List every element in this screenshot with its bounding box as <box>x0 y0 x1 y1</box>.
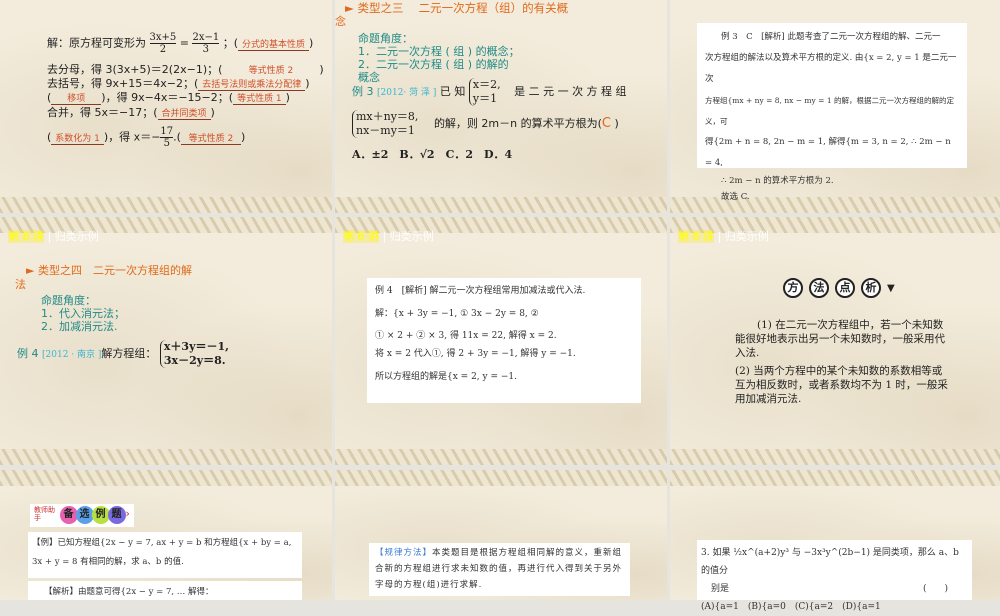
answer-blank: ( ) <box>922 584 948 594</box>
example-label: 例 4 <box>17 347 39 360</box>
arrow-down-icon: ▼ <box>887 283 895 294</box>
solution-line-1: 解：原方程可变形为 3x+5 2 = 2x−1 3 ；(分式的基本性质) <box>47 32 314 55</box>
example-label: 例 3 <box>352 85 374 98</box>
text: 是 二 元 一 次 方 程 组 <box>514 85 627 98</box>
text: 次方程组的解法以及算术平方根的定义. 由{x = 2, y = 1 是二元一次 <box>705 53 957 84</box>
angle-item-2: 2．二元一次方程 ( 组 ) 的解的 <box>358 58 509 71</box>
text: 别是 <box>711 584 730 594</box>
blank-answer: 等式性质 2 <box>180 131 241 145</box>
example-3-question: mx＋ny＝8, nx－my＝1 的解，则 2m－n 的算术平方根为(C ) <box>352 110 619 138</box>
fraction: 17 5 <box>160 126 174 149</box>
fraction: 2x−1 3 <box>192 32 220 55</box>
text: 例 4 [解析] 解二元一次方程组常用加减法或代入法. <box>375 286 586 296</box>
text: 解：原方程可变形为 <box>47 36 146 50</box>
solution-line-6: (系数化为 1)，得 x＝− 17 5 .(等式性质 2) <box>47 126 246 149</box>
text: ； <box>222 36 234 50</box>
lecture-header: 第 6 讲 | 归类示例 <box>678 230 769 243</box>
example-4: 例 4 [2012 · 南京 ]解方程组： x＋3y＝－1, 3x－2y＝8. <box>17 340 229 368</box>
method-point-2: (2) 当两个方程中的某个未知数的系数相等或互为相反数时，或者系数均不为 1 时… <box>735 365 948 405</box>
badge-char: 方 <box>783 278 803 298</box>
analysis-box: 【解析】由题意可得{2x − y = 7, … 解得： <box>28 581 302 600</box>
blank-answer: 移项 <box>51 91 102 105</box>
text: 已 知 <box>439 85 466 98</box>
lecture-header: 第 6 讲 | 归类示例 <box>343 230 434 243</box>
backup-example-badge: 教师助手 备选例题 › <box>30 504 134 527</box>
rule-method-tag: 【规律方法】 <box>375 548 433 558</box>
text: 方程组{mx + ny = 8, nx − my = 1 的解，根据二元一次方程… <box>705 96 954 126</box>
text: ∴ 2m − n 的算术平方根为 2. <box>721 176 834 186</box>
badge-char: 析 <box>861 278 881 298</box>
text: 解：{x + 3y = −1, ① 3x − 2y = 8, ② <box>375 308 539 319</box>
text: ，得 x＝− <box>108 130 161 144</box>
teacher-tool-label: 教师助手 <box>34 506 55 522</box>
blank-answer: 系数化为 1 <box>51 131 104 145</box>
analysis-box: 例 3 C [解析] 此题考查了二元一次方程组的解、二元一 次方程组的解法以及算… <box>697 23 967 202</box>
equation-system: x＋3y＝－1, 3x－2y＝8. <box>159 340 229 368</box>
example-3: 例 3 [2012· 菏 泽 ] 已 知 x＝2, y＝1 是 二 元 一 次 方… <box>352 78 627 106</box>
question-text: 3. 如果 ½x^(a+2)y³ 与 −3x³y^(2b−1) 是同类项，那么 … <box>701 548 959 576</box>
options: A．±2 B．√2 C．2 D．4 <box>352 148 513 161</box>
lecture-header: 第 6 讲 | 归类示例 <box>8 230 99 243</box>
angle-item-2: 2．加减消元法. <box>41 320 118 333</box>
blank-answer: 合并同类项 <box>157 106 211 120</box>
analysis-box: 例 4 [解析] 解二元一次方程组常用加减法或代入法. 解：{x + 3y = … <box>367 278 641 403</box>
section-title-cont: 念 <box>335 15 346 28</box>
blank-answer: 等式性质 1 <box>233 91 286 105</box>
text: 所以方程组的解是{x = 2, y = −1. <box>375 371 517 382</box>
rule-method-box: 【规律方法】本类题目是根据方程组相同解的意义，重新组合新的方程组进行求未知数的值… <box>369 543 630 596</box>
badge-char: 题 <box>107 506 126 524</box>
text: 得{2m + n = 8, 2n − m = 1, 解得{m = 3, n = … <box>705 137 951 168</box>
example-box: 【例】已知方程组{2x − y = 7, ax + y = b 和方程组{x +… <box>28 532 302 578</box>
badge-char: 备 <box>59 506 78 524</box>
section-title: ► 类型之三 二元一次方程（组）的有关概 <box>345 1 569 15</box>
badge-char: 点 <box>835 278 855 298</box>
section-title: ► 类型之四 二元一次方程组的解 <box>26 264 192 277</box>
options: (A){a=1 (B){a=0 (C){a=2 (D){a=1 <box>701 602 881 612</box>
badge-char: 例 <box>91 506 110 524</box>
equation-system: x＝2, y＝1 <box>468 78 501 106</box>
text: ① × 2 + ② × 3, 得 11x = 22, 解得 x = 2. <box>375 330 557 341</box>
text: 的解，则 2m－n 的算术平方根为( <box>433 117 602 130</box>
source-tag: [2012 · 南京 ] <box>42 350 102 360</box>
text: 故选 C. <box>721 192 750 202</box>
text: 例 3 C [解析] 此题考查了二元一次方程组的解、二元一 <box>721 32 941 42</box>
badge-char: 法 <box>809 278 829 298</box>
text: . <box>173 130 177 144</box>
text: 将 x = 2 代入①, 得 2 + 3y = −1, 解得 y = −1. <box>375 349 576 359</box>
blank-answer: 分式的基本性质 <box>238 37 310 51</box>
solution-line-5: 合并，得 5x＝−17；(合并同类项) <box>47 106 215 120</box>
text: = <box>179 36 189 50</box>
text: ，得 9x−4x＝−15−2； <box>105 91 229 104</box>
answer: C <box>601 116 611 131</box>
method-point-1: (1) 在二元一次方程组中，若一个未知数能很好地表示出另一个未知数时，一般采用代… <box>735 319 945 359</box>
fraction: 3x+5 2 <box>149 32 177 55</box>
method-analysis-badge: 方法点析 ▼ <box>783 278 895 298</box>
section-title-cont: 法 <box>15 278 26 291</box>
badge-char: 选 <box>75 506 94 524</box>
equation-system: mx＋ny＝8, nx－my＝1 <box>352 110 418 138</box>
question-box: 3. 如果 ½x^(a+2)y³ 与 −3x³y^(2b−1) 是同类项，那么 … <box>697 540 972 612</box>
text: 合并，得 5x＝−17； <box>47 106 154 119</box>
text: 解方程组： <box>101 347 157 360</box>
source-tag: [2012· 菏 泽 ] <box>377 88 437 98</box>
solution-line-4: (移项)，得 9x−4x＝−15−2；(等式性质 1) <box>47 91 290 105</box>
